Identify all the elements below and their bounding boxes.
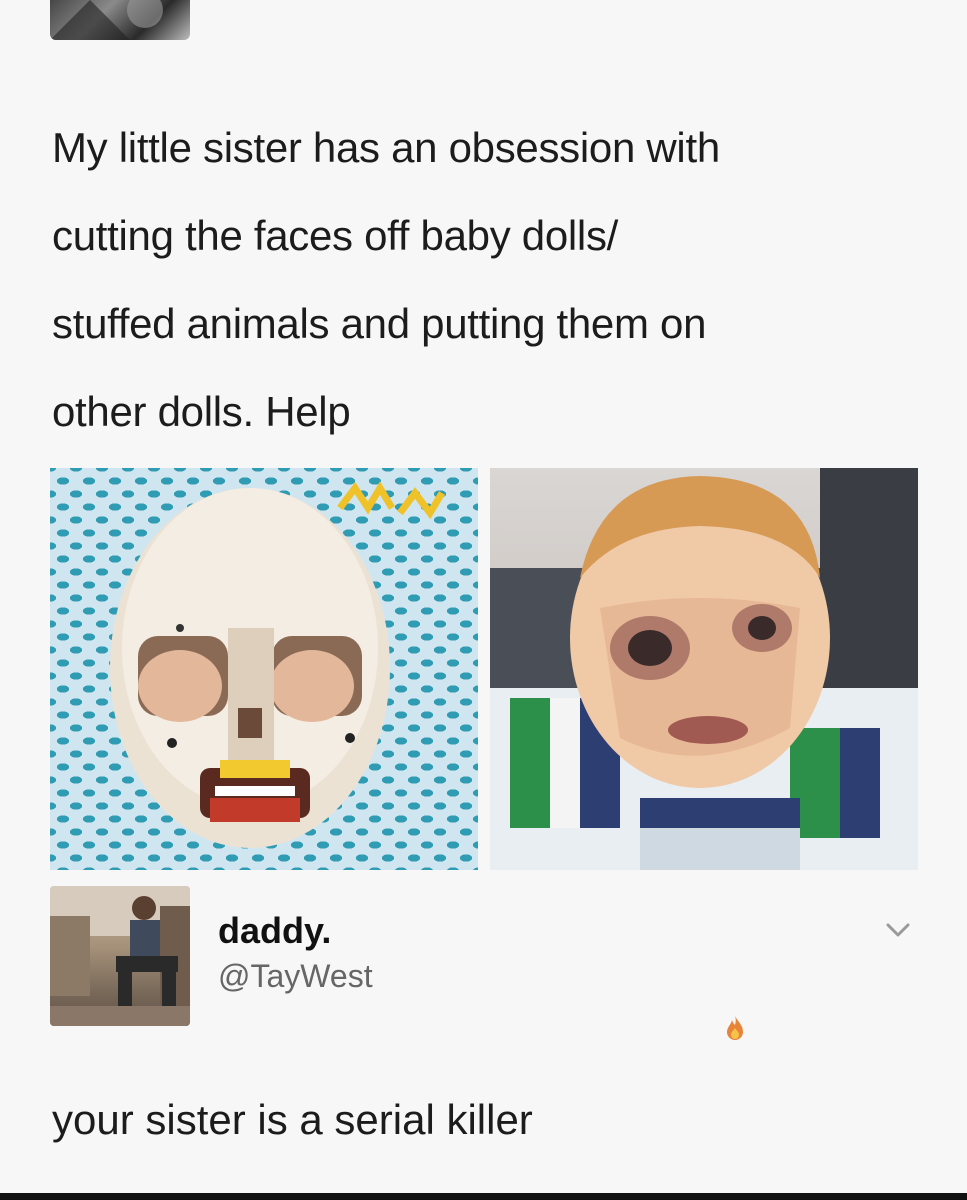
doll-with-face-photo[interactable]	[490, 468, 918, 870]
doll-face-mask-photo[interactable]	[50, 468, 478, 870]
chevron-down-icon[interactable]	[884, 916, 912, 944]
reply-display-name[interactable]: daddy.	[218, 910, 331, 952]
bottom-divider	[0, 1193, 967, 1200]
original-poster-avatar[interactable]	[50, 0, 190, 40]
original-post-text: My little sister has an obsession with c…	[52, 124, 720, 435]
fire-icon	[724, 1014, 746, 1042]
reply-user-avatar[interactable]	[50, 886, 190, 1026]
reply-text: your sister is a serial killer	[52, 1096, 533, 1143]
meme-screenshot: My little sister has an obsession with c…	[0, 0, 967, 1200]
reply-handle[interactable]: @TayWest	[218, 958, 373, 995]
